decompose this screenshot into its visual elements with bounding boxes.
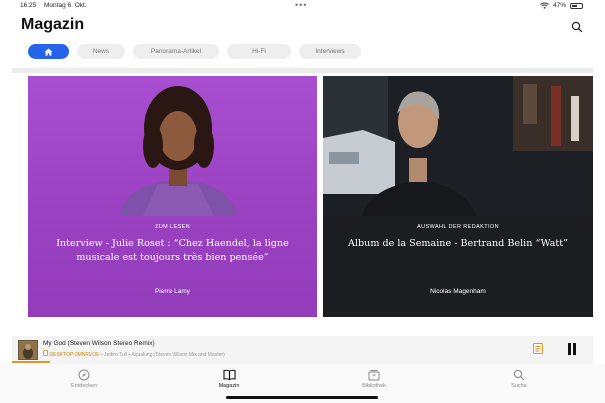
status-time: 16:25 (20, 2, 37, 9)
search-icon[interactable] (570, 20, 584, 34)
tab-panorama-artikel[interactable]: Panorama-Artikel (133, 44, 219, 59)
nav-item-bibliothek[interactable]: Bibliothek (344, 369, 404, 389)
tab-interviews[interactable]: Interviews (299, 44, 361, 59)
output-device[interactable]: DESKTOP-0MNRVOE (49, 352, 99, 358)
article-photo (120, 86, 236, 216)
divider (12, 68, 593, 73)
pause-icon-bar (573, 343, 576, 355)
tab-news[interactable]: News (77, 44, 125, 59)
multitasking-dots-icon[interactable]: ••• (295, 0, 307, 10)
battery-percent: 47% (552, 2, 566, 9)
nav-label: Entdecken (71, 383, 97, 389)
nav-item-magazin[interactable]: Magazin (199, 369, 259, 389)
album-cover (18, 340, 38, 360)
tab-hi-fi[interactable]: Hi-Fi (227, 44, 291, 59)
pause-button[interactable] (567, 343, 577, 355)
card-kicker: AUSWAHL DER REDAKTION (417, 224, 499, 230)
track-subtitle: DESKTOP-0MNRVOE • Jethro Tull • Aqualung… (43, 350, 225, 358)
card-headline: Album de la Semaine - Bertrand Belin “Wa… (348, 238, 568, 249)
page-title: Magazin (21, 16, 85, 33)
card-kicker: ZUM LESEN (154, 224, 191, 230)
article-card-bertrand-belin[interactable]: AUSWAHL DER REDAKTION Album de la Semain… (323, 76, 593, 317)
nav-label: Bibliothek (362, 383, 386, 389)
home-icon (44, 48, 53, 56)
nav-label: Suche (511, 383, 527, 389)
status-right: 47% (540, 2, 583, 9)
wifi-icon (540, 2, 549, 9)
track-title: My God (Steven Wilson Stereo Remix) (43, 340, 155, 347)
audio-quality-icon[interactable] (533, 343, 543, 354)
status-date: Montag 6. Okt. (44, 2, 87, 9)
separator: • (100, 352, 103, 358)
status-bar: 16:25 Montag 6. Okt. ••• 47% (0, 0, 605, 12)
nav-item-entdecken[interactable]: Entdecken (54, 369, 114, 389)
tab-home[interactable] (28, 44, 69, 59)
home-indicator[interactable] (226, 396, 378, 399)
mini-player[interactable]: My God (Steven Wilson Stereo Remix) DESK… (12, 336, 593, 364)
library-icon (368, 370, 380, 381)
category-tabs: News Panorama-Artikel Hi-Fi Interviews (28, 44, 361, 59)
article-card-julie-roset[interactable]: ZUM LESEN Interview - Julie Roset : “Che… (28, 76, 317, 317)
book-icon (222, 369, 236, 381)
pause-icon (568, 343, 571, 355)
track-artist-album: Jethro Tull • Aqualung (Steven Wilson Mi… (104, 352, 225, 358)
battery-icon (570, 2, 583, 9)
playback-progress[interactable] (12, 361, 50, 363)
card-author: Pierre Lamy (154, 288, 191, 295)
speaker-icon (43, 350, 48, 356)
card-headline: Interview - Julie Roset : “Chez Haendel,… (56, 238, 289, 263)
card-author: Nicolas Magenham (430, 288, 486, 295)
compass-icon (78, 369, 90, 381)
nav-item-suche[interactable]: Suche (489, 369, 549, 389)
nav-label: Magazin (218, 383, 240, 389)
article-photo (323, 76, 593, 216)
search-icon (513, 369, 525, 381)
